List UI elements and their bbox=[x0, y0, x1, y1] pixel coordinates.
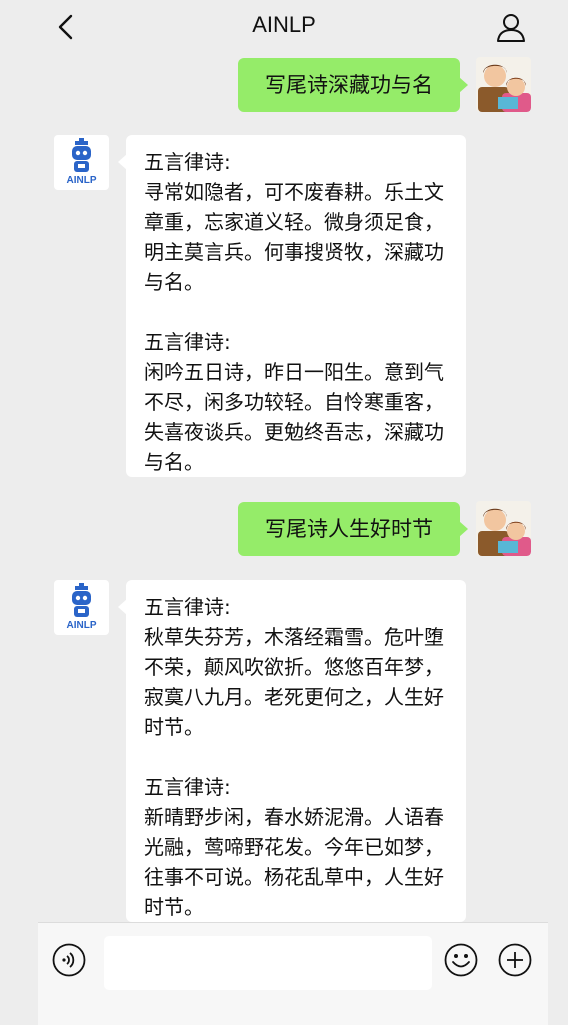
bot-message-bubble[interactable]: 五言律诗: 秋草失芬芳，木落经霜雪。危叶堕不荣，颠风吹欲折。悠悠百年梦，寂寞八九… bbox=[118, 580, 466, 922]
poem-form: 五言律诗: bbox=[144, 775, 231, 799]
poem-text: 秋草失芬芳，木落经霜雪。危叶堕不荣，颠风吹欲折。悠悠百年梦，寂寞八九月。老死更何… bbox=[144, 625, 444, 739]
user-avatar-image bbox=[476, 501, 531, 556]
bot-message-bubble[interactable]: 五言律诗: 寻常如隐者，可不废春耕。乐土文章重，忘家道义轻。微身须足食，明主莫言… bbox=[118, 135, 466, 477]
user-avatar-image bbox=[476, 57, 531, 112]
poem-form: 五言律诗: bbox=[144, 150, 231, 174]
poem-form: 五言律诗: bbox=[144, 330, 231, 354]
user-message-text: 写尾诗深藏功与名 bbox=[265, 73, 433, 97]
poem-block: 五言律诗: 新晴野步闲，春水娇泥滑。人语春光融，莺啼野花发。今年已如梦，往事不可… bbox=[144, 772, 450, 922]
emoji-button[interactable] bbox=[444, 943, 478, 977]
more-options-button[interactable] bbox=[498, 943, 532, 977]
message-input[interactable] bbox=[104, 936, 432, 990]
profile-button[interactable] bbox=[494, 10, 528, 44]
chat-title: AINLP bbox=[252, 12, 316, 37]
poem-form: 五言律诗: bbox=[144, 595, 231, 619]
user-message-bubble[interactable]: 写尾诗深藏功与名 bbox=[238, 58, 468, 112]
person-icon bbox=[497, 14, 525, 42]
chat-input-bar bbox=[38, 922, 548, 1025]
user-message-text: 写尾诗人生好时节 bbox=[265, 517, 433, 541]
bot-avatar-logo-text: AINLP bbox=[66, 175, 97, 186]
user-avatar[interactable] bbox=[476, 501, 531, 556]
bot-avatar[interactable]: AINLP bbox=[54, 135, 109, 190]
voice-input-button[interactable] bbox=[52, 943, 86, 977]
poem-block: 五言律诗: 秋草失芬芳，木落经霜雪。危叶堕不荣，颠风吹欲折。悠悠百年梦，寂寞八九… bbox=[144, 592, 450, 742]
user-message-bubble[interactable]: 写尾诗人生好时节 bbox=[238, 502, 468, 556]
user-avatar[interactable] bbox=[476, 57, 531, 112]
smiley-icon bbox=[444, 943, 478, 977]
plus-icon bbox=[498, 943, 532, 977]
poem-text: 寻常如隐者，可不废春耕。乐土文章重，忘家道义轻。微身须足食，明主莫言兵。何事搜贤… bbox=[144, 180, 444, 294]
bot-avatar[interactable]: AINLP bbox=[54, 580, 109, 635]
bot-avatar-logo-text: AINLP bbox=[66, 620, 97, 631]
poem-block: 五言律诗: 闲吟五日诗，昨日一阳生。意到气不尽，闲多功较轻。自怜寒重客，失喜夜谈… bbox=[144, 327, 450, 477]
poem-block: 五言律诗: 寻常如隐者，可不废春耕。乐土文章重，忘家道义轻。微身须足食，明主莫言… bbox=[144, 147, 450, 297]
poem-text: 新晴野步闲，春水娇泥滑。人语春光融，莺啼野花发。今年已如梦，往事不可说。杨花乱草… bbox=[144, 805, 444, 919]
poem-text: 闲吟五日诗，昨日一阳生。意到气不尽，闲多功较轻。自怜寒重客，失喜夜谈兵。更勉终吾… bbox=[144, 360, 444, 474]
voice-icon bbox=[52, 943, 86, 977]
top-bar: AINLP bbox=[0, 0, 568, 56]
